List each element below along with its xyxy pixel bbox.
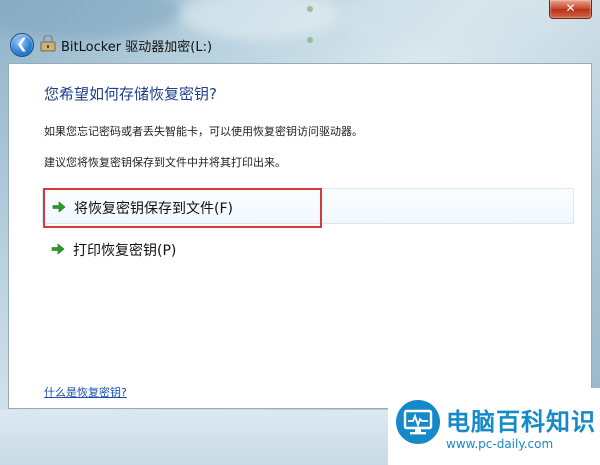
bitlocker-window: ✕ ❮ BitLocker 驱动器加密(L:) 您希望如何存储恢复密钥? 如果您… [0, 0, 600, 465]
close-icon: ✕ [565, 1, 576, 15]
red-highlight-annotation [43, 188, 322, 228]
print-recovery-key-option[interactable]: 打印恢复密钥(P) [42, 231, 574, 267]
watermark-brand: 电脑百科知识 [446, 408, 596, 436]
watermark: 电脑百科知识 www.pc-daily.com [388, 388, 600, 465]
green-arrow-icon [51, 243, 65, 255]
what-is-recovery-key-link[interactable]: 什么是恢复密钥? [44, 384, 127, 400]
back-button[interactable]: ❮ [10, 33, 34, 57]
close-button[interactable]: ✕ [549, 0, 592, 19]
recovery-key-recommendation: 建议您将恢复密钥保存到文件中并将其打印出来。 [44, 156, 286, 169]
watermark-url: www.pc-daily.com [446, 437, 554, 451]
window-title: BitLocker 驱动器加密(L:) [61, 40, 213, 55]
recovery-key-description: 如果您忘记密码或者丢失智能卡，可以使用恢复密钥访问驱动器。 [44, 125, 363, 138]
back-arrow-icon: ❮ [16, 36, 28, 52]
content-panel: 您希望如何存储恢复密钥? 如果您忘记密码或者丢失智能卡，可以使用恢复密钥访问驱动… [8, 63, 592, 409]
monitor-logo-icon [396, 400, 440, 444]
background-dot [307, 6, 313, 12]
page-heading: 您希望如何存储恢复密钥? [44, 85, 217, 103]
title-bar: ❮ BitLocker 驱动器加密(L:) [0, 25, 600, 63]
print-recovery-key-label: 打印恢复密钥(P) [73, 243, 177, 259]
bitlocker-drive-icon [40, 35, 56, 52]
